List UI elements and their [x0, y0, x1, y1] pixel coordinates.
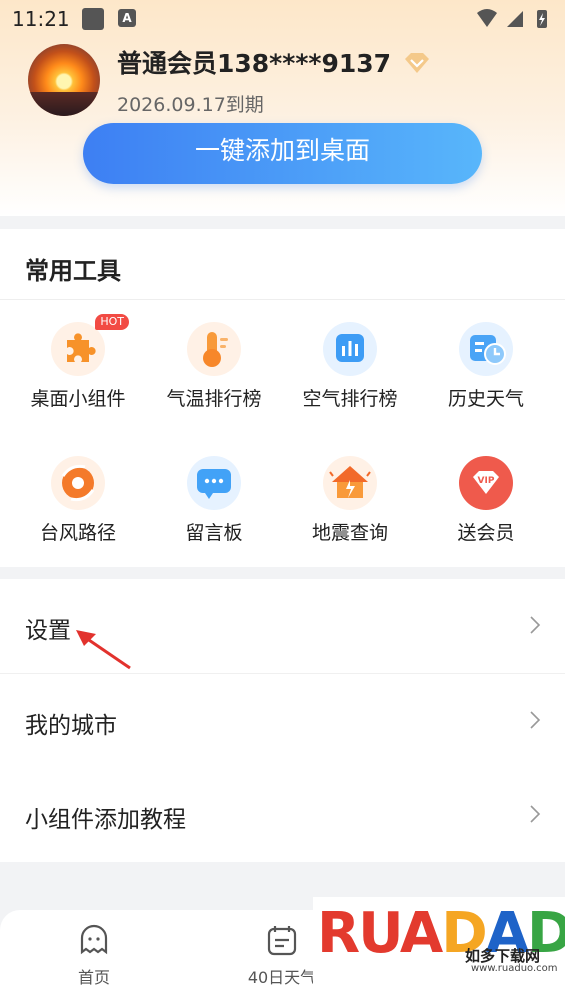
status-icons: [475, 7, 555, 35]
tools-title: 常用工具: [25, 257, 121, 285]
tool-label: 桌面小组件: [30, 388, 126, 410]
hot-badge: HOT: [95, 314, 129, 330]
menu-item-my-cities[interactable]: 我的城市: [0, 674, 565, 768]
nav-label: 首页: [77, 968, 110, 987]
chevron-right-icon: [529, 710, 541, 734]
menu-item-label: 我的城市: [25, 713, 117, 739]
calendar-icon: [264, 926, 300, 962]
tool-typhoon-path[interactable]: 台风路径: [10, 456, 146, 545]
home-ghost-icon: [76, 924, 112, 962]
tool-temperature-rank[interactable]: 气温排行榜: [146, 322, 282, 411]
message-board-icon: [187, 456, 241, 510]
menu-card: 设置 我的城市 小组件添加教程: [0, 579, 565, 862]
earthquake-icon: [323, 456, 377, 510]
app-notification-icon: A: [118, 9, 136, 27]
nav-40-day-weather[interactable]: 40日天气: [242, 922, 322, 988]
diamond-icon: [403, 52, 431, 78]
tool-label: 气温排行榜: [166, 388, 262, 410]
menu-item-label: 设置: [25, 618, 71, 644]
air-chart-icon: [323, 322, 377, 376]
svg-text:VIP: VIP: [478, 476, 495, 486]
tool-label: 留言板: [185, 522, 243, 544]
watermark-logo: RUADADUO 如多下载网 www.ruaduo.com: [313, 897, 565, 1004]
notification-icon: [82, 8, 104, 30]
history-clock-icon: [459, 322, 513, 376]
tool-label: 地震查询: [311, 522, 388, 544]
member-title: 普通会员138****9137: [117, 49, 392, 78]
thermometer-icon: [187, 322, 241, 376]
expire-date: 2026.09.17到期: [117, 94, 264, 116]
menu-item-label: 小组件添加教程: [25, 807, 186, 833]
typhoon-icon: [51, 456, 105, 510]
menu-item-widget-tutorial[interactable]: 小组件添加教程: [0, 768, 565, 862]
divider: [0, 299, 565, 300]
watermark-url: www.ruaduo.com: [471, 963, 558, 974]
chevron-right-icon: [529, 804, 541, 828]
tool-label: 台风路径: [39, 522, 116, 544]
annotation-arrow-icon: [72, 626, 134, 676]
tool-label: 送会员: [457, 522, 515, 544]
tool-desktop-widget[interactable]: HOT 桌面小组件: [10, 314, 146, 411]
vip-gift-icon: VIP: [459, 456, 513, 510]
status-bar: 11:21 A: [0, 0, 565, 38]
avatar[interactable]: [28, 44, 100, 116]
tool-earthquake[interactable]: 地震查询: [282, 456, 418, 545]
nav-label: 40日天气: [247, 968, 317, 987]
tool-air-rank[interactable]: 空气排行榜: [282, 322, 418, 411]
puzzle-icon: HOT: [51, 314, 129, 376]
tool-label: 空气排行榜: [302, 388, 398, 410]
tool-history-weather[interactable]: 历史天气: [418, 322, 554, 411]
add-to-desktop-button[interactable]: 一键添加到桌面: [83, 123, 482, 184]
tool-gift-vip[interactable]: VIP 送会员: [418, 456, 554, 545]
status-time: 11:21: [12, 7, 70, 31]
tool-label: 历史天气: [447, 388, 524, 410]
tool-message-board[interactable]: 留言板: [146, 456, 282, 545]
tools-card: 常用工具 HOT 桌面小组件 气温排行榜 空气排行榜 历史天气 台风路径 留言板…: [0, 229, 565, 567]
nav-home[interactable]: 首页: [54, 922, 134, 988]
chevron-right-icon: [529, 615, 541, 639]
